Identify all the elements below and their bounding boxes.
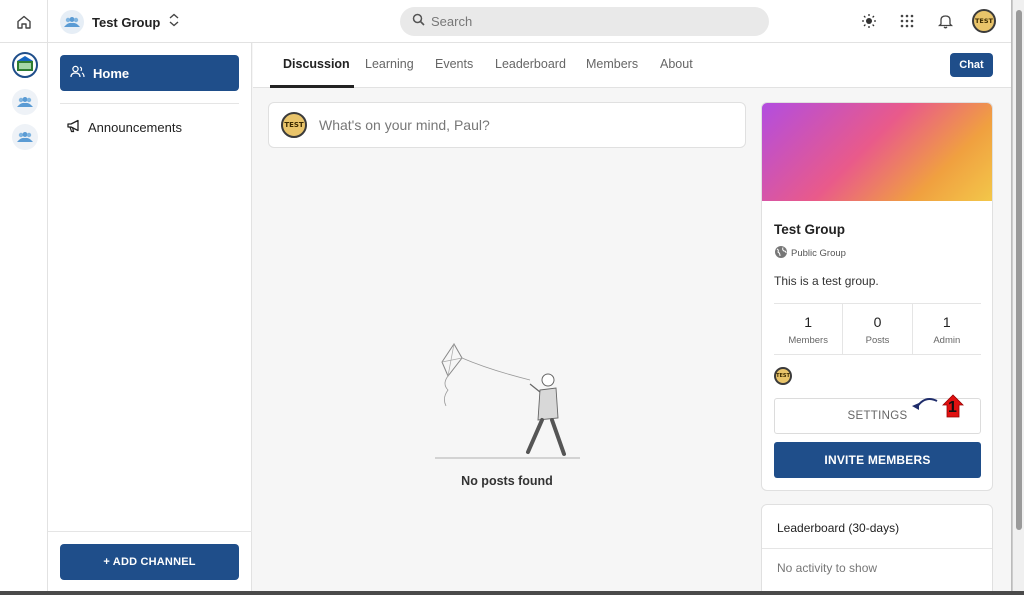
chevron-updown-icon bbox=[168, 13, 180, 32]
search-icon bbox=[412, 13, 425, 31]
users-icon bbox=[70, 65, 85, 81]
theme-sun-icon[interactable] bbox=[858, 10, 880, 32]
scrollbar-thumb[interactable] bbox=[1016, 10, 1022, 530]
stat-value: 1 bbox=[942, 314, 951, 330]
search-input[interactable] bbox=[431, 14, 731, 29]
page-scrollbar[interactable] bbox=[1012, 0, 1024, 595]
group-banner bbox=[762, 103, 992, 201]
divider bbox=[60, 103, 239, 104]
megaphone-icon bbox=[66, 119, 82, 136]
apps-grid-icon[interactable] bbox=[896, 10, 918, 32]
rail-group-icon[interactable] bbox=[12, 124, 38, 150]
group-privacy: Public Group bbox=[774, 245, 846, 262]
stat-members[interactable]: 1 Members bbox=[774, 304, 844, 354]
leaderboard-card: Leaderboard (30-days) No activity to sho… bbox=[761, 504, 993, 592]
stat-posts[interactable]: 0 Posts bbox=[843, 304, 913, 354]
stat-value: 0 bbox=[873, 314, 882, 330]
group-info-card: Test Group Public Group This is a test g… bbox=[761, 102, 993, 491]
sidebar-item-home[interactable]: Home bbox=[60, 55, 239, 91]
group-name: Test Group bbox=[92, 14, 161, 30]
divider bbox=[762, 548, 992, 549]
user-avatar[interactable]: TEST bbox=[972, 9, 996, 33]
app-window: Test Group TEST bbox=[0, 0, 1012, 592]
stat-label: Posts bbox=[865, 335, 890, 346]
empty-state-text: No posts found bbox=[461, 474, 553, 488]
privacy-label: Public Group bbox=[791, 248, 846, 259]
group-avatar-icon bbox=[60, 10, 84, 34]
annotation-arrow: 1 bbox=[907, 391, 977, 421]
tab-leaderboard[interactable]: Leaderboard bbox=[495, 57, 566, 71]
leaderboard-empty-text: No activity to show bbox=[777, 561, 878, 575]
group-switcher[interactable]: Test Group bbox=[60, 9, 180, 35]
post-composer[interactable]: TEST What's on your mind, Paul? bbox=[268, 102, 746, 148]
sidebar-item-label: Home bbox=[93, 65, 130, 81]
globe-icon bbox=[774, 245, 788, 262]
search-bar[interactable] bbox=[400, 7, 769, 36]
tab-members[interactable]: Members bbox=[586, 57, 638, 71]
group-title: Test Group bbox=[774, 222, 846, 237]
composer-avatar: TEST bbox=[281, 112, 307, 138]
stat-admin[interactable]: 1 Admin bbox=[913, 304, 981, 354]
add-channel-button[interactable]: + ADD CHANNEL bbox=[60, 544, 239, 580]
notification-bell-icon[interactable] bbox=[934, 10, 956, 32]
stat-label: Admin bbox=[933, 335, 961, 346]
window-bottom-edge bbox=[0, 591, 1024, 595]
rail-group-icon[interactable] bbox=[12, 89, 38, 115]
kite-illustration bbox=[430, 340, 590, 465]
leaderboard-title: Leaderboard (30-days) bbox=[777, 521, 900, 535]
divider bbox=[48, 531, 252, 532]
annotation-number: 1 bbox=[948, 399, 957, 416]
group-description: This is a test group. bbox=[774, 274, 879, 288]
group-rail bbox=[0, 43, 47, 592]
tab-about[interactable]: About bbox=[660, 57, 693, 71]
home-icon[interactable] bbox=[13, 11, 35, 33]
member-avatar[interactable]: TEST bbox=[774, 367, 792, 385]
invite-members-button[interactable]: INVITE MEMBERS bbox=[774, 442, 981, 478]
top-bar: Test Group TEST bbox=[0, 0, 1011, 43]
active-tab-indicator bbox=[270, 85, 354, 88]
composer-placeholder: What's on your mind, Paul? bbox=[319, 117, 490, 133]
group-stats: 1 Members 0 Posts 1 Admin bbox=[774, 303, 981, 355]
top-icons: TEST bbox=[858, 9, 996, 33]
tab-learning[interactable]: Learning bbox=[365, 57, 414, 71]
stat-label: Members bbox=[788, 335, 828, 346]
tab-events[interactable]: Events bbox=[435, 57, 473, 71]
channel-sidebar: Home Announcements + ADD CHANNEL bbox=[48, 43, 252, 592]
tab-discussion[interactable]: Discussion bbox=[283, 57, 350, 71]
tab-bar: Discussion Learning Events Leaderboard M… bbox=[253, 43, 1011, 88]
chat-button[interactable]: Chat bbox=[950, 53, 993, 77]
sidebar-item-announcements[interactable]: Announcements bbox=[66, 119, 182, 136]
rail-group-logo-icon[interactable] bbox=[12, 52, 38, 78]
stat-value: 1 bbox=[804, 314, 813, 330]
sidebar-item-label: Announcements bbox=[88, 120, 182, 135]
